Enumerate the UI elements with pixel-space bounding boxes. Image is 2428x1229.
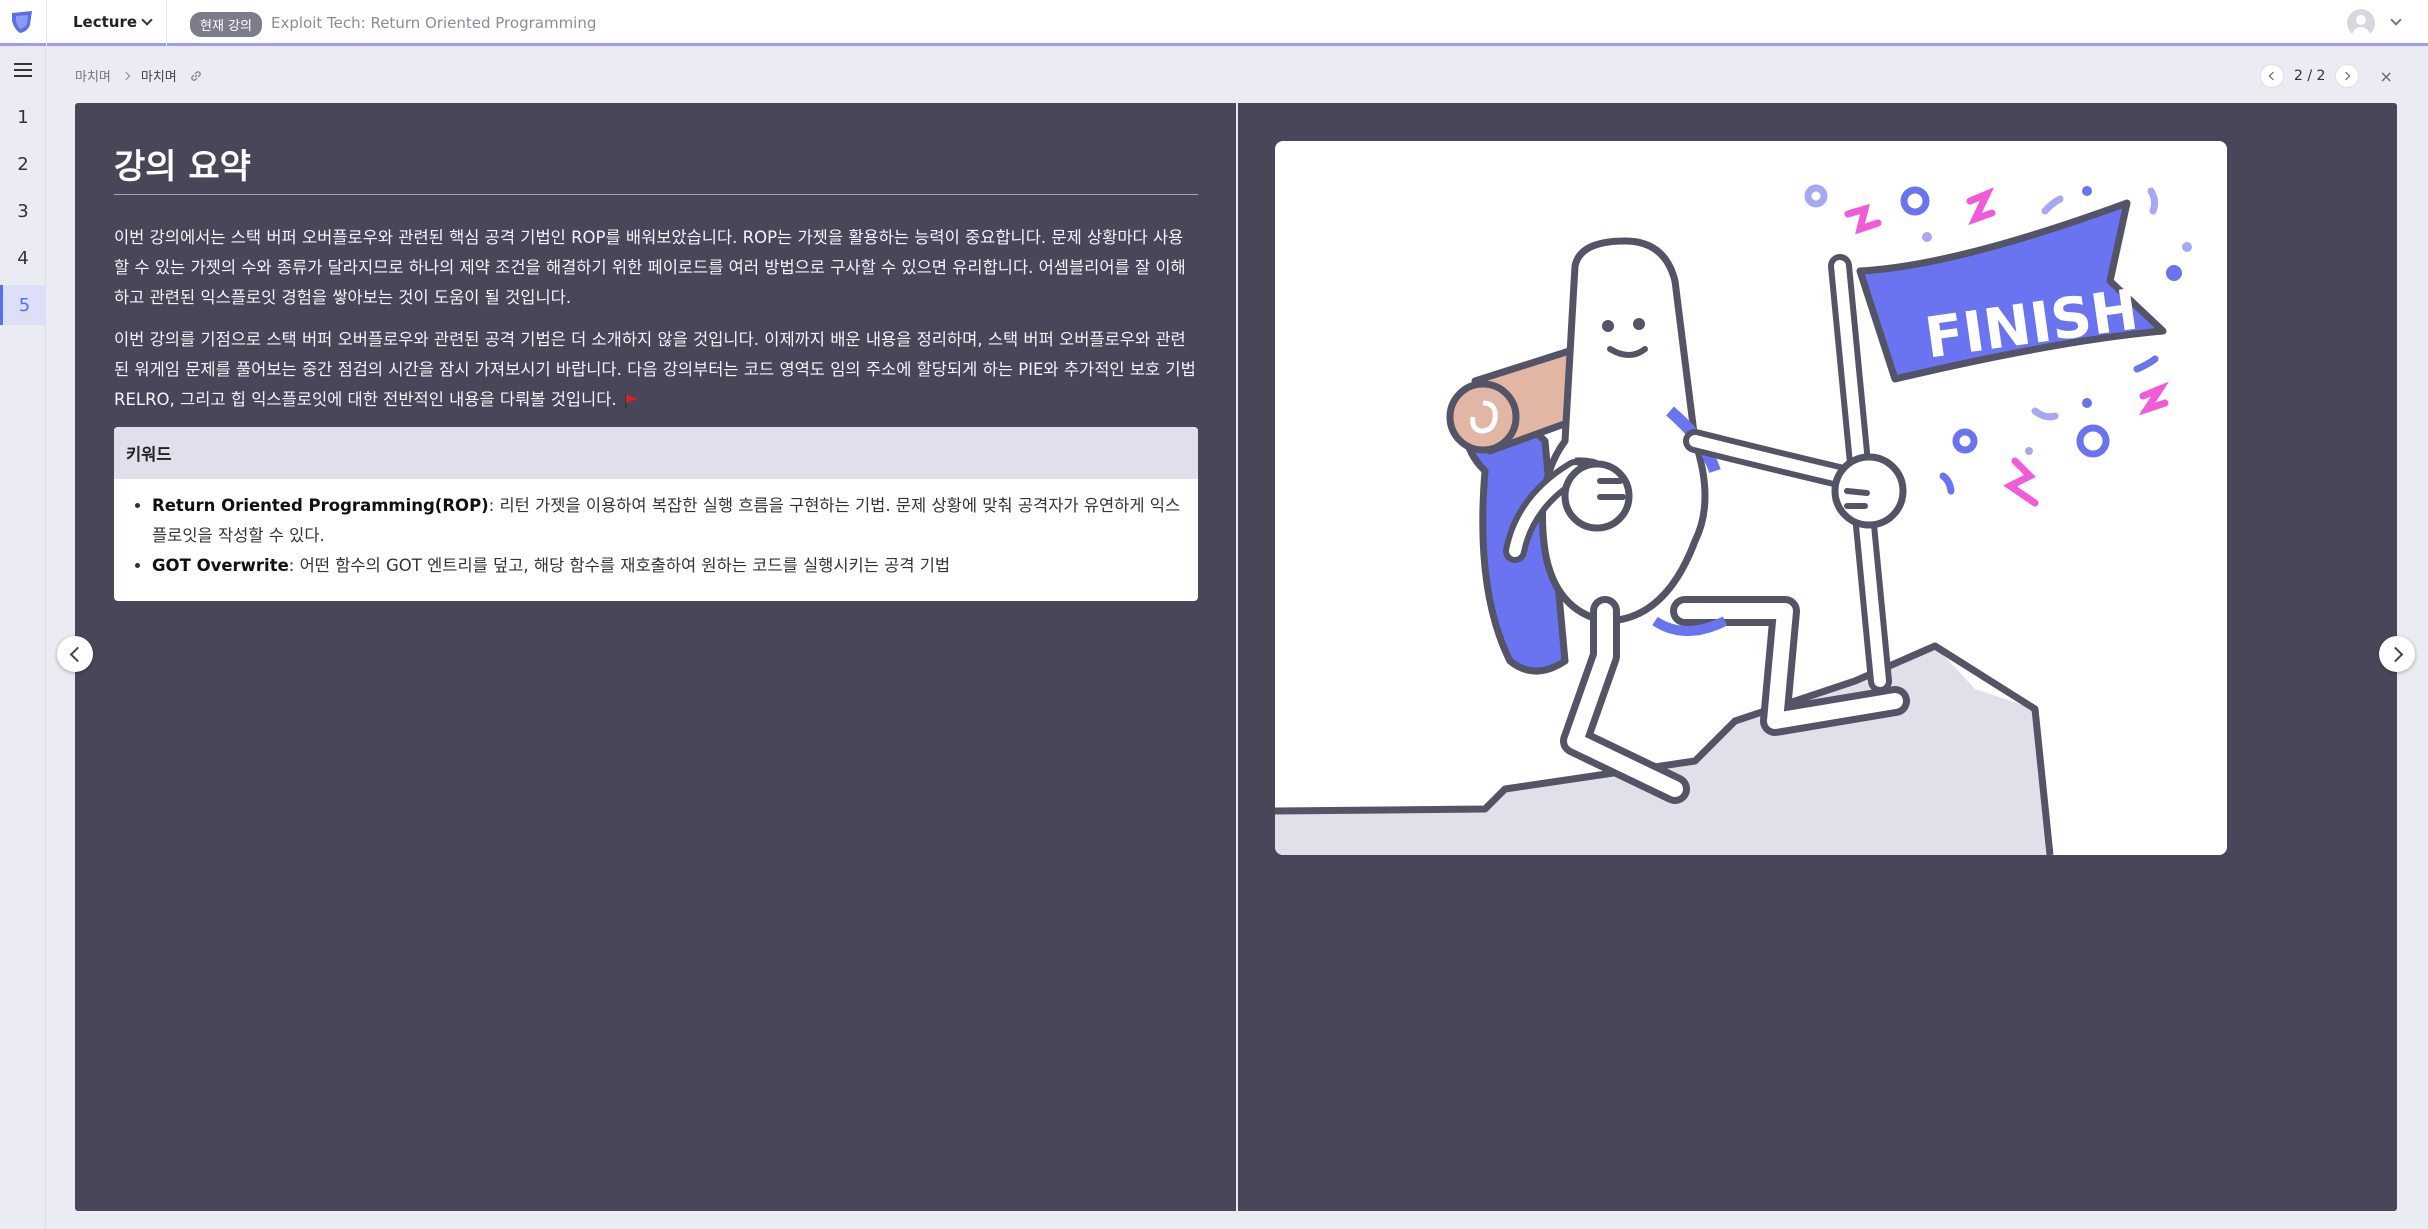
chevron-down-icon[interactable] [2390, 14, 2402, 26]
header-divider [46, 0, 47, 46]
keyword-list: Return Oriented Programming(ROP): 리턴 가젯을… [114, 479, 1198, 601]
keyword-term: Return Oriented Programming(ROP) [152, 496, 489, 515]
user-avatar-icon[interactable] [2347, 9, 2375, 37]
list-item: GOT Overwrite: 어떤 함수의 GOT 엔트리를 덮고, 해당 함수… [152, 551, 1184, 581]
slide-prev-arrow[interactable] [57, 636, 93, 672]
sidebar-page-5[interactable]: 5 [0, 285, 46, 325]
header-divider [166, 0, 167, 46]
keyword-box: 키워드 Return Oriented Programming(ROP): 리턴… [114, 427, 1198, 601]
summary-paragraph-2-text: 이번 강의를 기점으로 스택 버퍼 오버플로우와 관련된 공격 기법은 더 소개… [114, 330, 1196, 409]
menu-icon[interactable] [14, 63, 32, 77]
slide-pager: 2 / 2 × [2260, 64, 2393, 88]
slide-text-column: 강의 요약 이번 강의에서는 스택 버퍼 오버플로우와 관련된 핵심 공격 기법… [114, 139, 1198, 601]
breadcrumb: 마치며 마치며 [75, 66, 203, 85]
course-title: Exploit Tech: Return Oriented Programmin… [271, 14, 597, 32]
lecture-dropdown[interactable]: Lecture [73, 13, 153, 31]
page-sidebar: 1 2 3 4 5 [0, 49, 46, 1229]
pager-next-button[interactable] [2335, 64, 2360, 88]
breadcrumb-parent[interactable]: 마치며 [75, 66, 111, 85]
chevron-right-icon [2387, 646, 2403, 662]
chevron-right-icon [121, 71, 131, 80]
finish-illustration: FINISH [1275, 141, 2227, 855]
breadcrumb-current: 마치며 [140, 70, 177, 85]
chevron-down-icon [141, 14, 153, 26]
keyword-term: GOT Overwrite [152, 556, 289, 575]
top-header: Lecture 현재 강의 Exploit Tech: Return Orien… [0, 0, 2428, 46]
dreamhack-logo-icon[interactable] [9, 9, 35, 35]
keyword-header: 키워드 [114, 427, 1198, 479]
link-icon[interactable] [189, 69, 203, 83]
sidebar-page-3[interactable]: 3 [0, 191, 46, 231]
keyword-desc: : 어떤 함수의 GOT 엔트리를 덮고, 해당 함수를 재호출하여 원하는 코… [288, 556, 951, 575]
chevron-right-icon [2342, 71, 2351, 81]
slide: 강의 요약 이번 강의에서는 스택 버퍼 오버플로우와 관련된 핵심 공격 기법… [75, 103, 2397, 1211]
lecture-dropdown-label: Lecture [73, 13, 138, 31]
slide-title: 강의 요약 [114, 139, 1198, 195]
summary-paragraph-1-text: 이번 강의에서는 스택 버퍼 오버플로우와 관련된 핵심 공격 기법인 ROP를… [114, 228, 1186, 307]
slide-divider [1236, 103, 1238, 1211]
pager-prev-button[interactable] [2260, 64, 2284, 88]
chevron-left-icon [2268, 71, 2278, 81]
list-item: Return Oriented Programming(ROP): 리턴 가젯을… [152, 491, 1184, 551]
pager-label: 2 / 2 [2294, 68, 2326, 84]
summary-paragraph-1: 이번 강의에서는 스택 버퍼 오버플로우와 관련된 핵심 공격 기법인 ROP를… [114, 223, 1198, 313]
slide-next-arrow[interactable] [2379, 636, 2415, 672]
red-flag-icon [624, 393, 638, 409]
chevron-left-icon [69, 646, 85, 662]
current-lecture-badge: 현재 강의 [190, 12, 262, 37]
sidebar-page-1[interactable]: 1 [0, 97, 46, 137]
sidebar-page-4[interactable]: 4 [0, 238, 46, 278]
close-icon[interactable]: × [2379, 67, 2392, 86]
summary-paragraph-2: 이번 강의를 기점으로 스택 버퍼 오버플로우와 관련된 공격 기법은 더 소개… [114, 325, 1198, 415]
sidebar-page-2[interactable]: 2 [0, 144, 46, 184]
